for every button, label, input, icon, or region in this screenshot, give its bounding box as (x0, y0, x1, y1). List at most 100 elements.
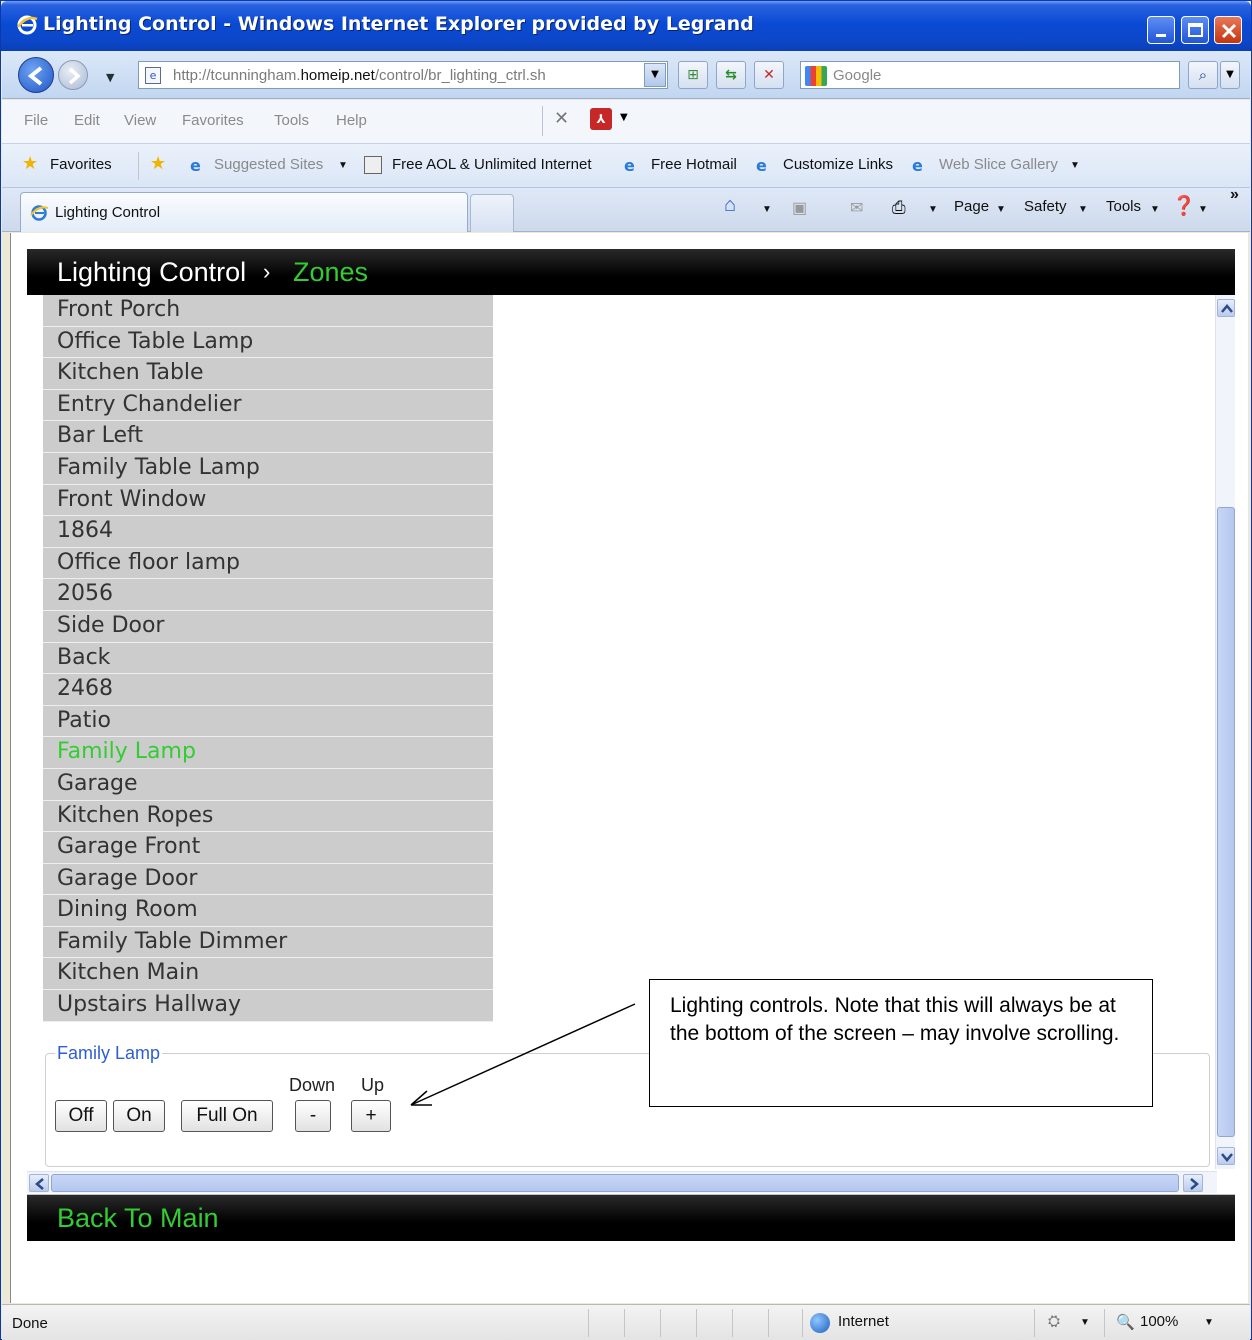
fav-link-aol[interactable]: Free AOL & Unlimited Internet (392, 156, 592, 173)
chevron-more-icon[interactable]: » (1230, 186, 1239, 204)
add-favorite-icon[interactable]: ★ (150, 153, 168, 174)
print-icon[interactable]: ⎙ (892, 198, 906, 218)
horizontal-scroll-thumb[interactable] (51, 1174, 1179, 1192)
zone-item[interactable]: Garage Front (43, 832, 493, 864)
new-tab-button[interactable] (470, 194, 514, 232)
tools-menu-dropdown[interactable]: ▼ (1150, 204, 1160, 215)
refresh-button[interactable]: ⇆ (716, 61, 746, 89)
zoom-dropdown[interactable]: ▼ (1204, 1317, 1214, 1328)
feeds-icon[interactable]: ▣ (792, 198, 807, 218)
menu-edit[interactable]: Edit (74, 112, 100, 129)
off-button[interactable]: Off (55, 1100, 107, 1132)
on-button[interactable]: On (113, 1100, 165, 1132)
zone-item[interactable]: Kitchen Ropes (43, 800, 493, 833)
pdf-addon-dropdown[interactable]: ▼ (620, 112, 628, 123)
page-icon: e (145, 67, 161, 84)
zoom-level[interactable]: 100% (1140, 1313, 1178, 1330)
zone-item[interactable]: Family Lamp (43, 737, 493, 769)
forward-button[interactable] (58, 60, 88, 90)
zone-item[interactable]: Office Table Lamp (43, 326, 493, 359)
zone-item[interactable]: Side Door (43, 610, 493, 643)
menu-favorites[interactable]: Favorites (182, 112, 244, 129)
search-options-dropdown[interactable]: ▼ (1220, 61, 1240, 89)
close-button[interactable] (1214, 16, 1242, 44)
close-toolbar-icon[interactable]: ✕ (554, 108, 569, 129)
page-menu-dropdown[interactable]: ▼ (996, 204, 1006, 215)
zone-item[interactable]: Upstairs Hallway (43, 990, 493, 1022)
page-menu[interactable]: Page (954, 198, 989, 215)
breadcrumb-root[interactable]: Lighting Control (57, 257, 246, 288)
suggested-sites-dropdown[interactable]: ▼ (338, 160, 348, 171)
internet-zone-globe-icon (810, 1313, 830, 1333)
status-separator (768, 1309, 769, 1337)
zone-item[interactable]: Back (43, 642, 493, 675)
home-dropdown[interactable]: ▼ (762, 204, 772, 215)
tab-lighting-control[interactable]: Lighting Control (20, 192, 468, 232)
horizontal-scrollbar[interactable] (27, 1171, 1217, 1193)
scroll-right-button[interactable] (1183, 1174, 1203, 1192)
zone-item[interactable]: Kitchen Table (43, 358, 493, 390)
compatibility-icon: ⊞ (687, 67, 699, 83)
tools-menu[interactable]: Tools (1106, 198, 1141, 215)
maximize-button[interactable] (1181, 16, 1209, 44)
fav-link-customize[interactable]: Customize Links (783, 156, 893, 173)
zone-item[interactable]: Front Window (43, 484, 493, 517)
zone-item[interactable]: Bar Left (43, 421, 493, 453)
address-url[interactable]: http://tcunningham.homeip.net/control/br… (173, 67, 546, 84)
controls-legend: Family Lamp (55, 1043, 163, 1064)
menu-help[interactable]: Help (336, 112, 367, 129)
dim-up-button[interactable]: + (351, 1100, 391, 1132)
zone-item[interactable]: 2468 (43, 674, 493, 706)
safety-menu[interactable]: Safety (1024, 198, 1067, 215)
home-icon[interactable]: ⌂ (724, 194, 736, 217)
scroll-left-button[interactable] (29, 1174, 49, 1192)
zone-item[interactable]: 1864 (43, 516, 493, 548)
zone-item[interactable]: 2056 (43, 579, 493, 611)
minimize-button[interactable] (1147, 16, 1175, 44)
vertical-scroll-thumb[interactable] (1217, 507, 1235, 1137)
zone-item[interactable]: Garage Door (43, 863, 493, 896)
stop-button[interactable]: ✕ (754, 61, 784, 89)
zone-item[interactable]: Garage (43, 768, 493, 801)
pdf-addon-icon[interactable]: ⅄ (590, 108, 612, 130)
scroll-down-button[interactable] (1217, 1147, 1235, 1165)
zone-item[interactable]: Entry Chandelier (43, 389, 493, 422)
zone-item[interactable]: Family Table Dimmer (43, 926, 493, 959)
vertical-scrollbar[interactable] (1215, 295, 1235, 1169)
help-icon[interactable]: ❓ (1172, 194, 1196, 218)
zone-item[interactable]: Kitchen Main (43, 958, 493, 991)
browser-window: Lighting Control - Windows Internet Expl… (0, 0, 1252, 1340)
safety-menu-dropdown[interactable]: ▼ (1078, 204, 1088, 215)
menu-tools[interactable]: Tools (274, 112, 309, 129)
menu-view[interactable]: View (124, 112, 156, 129)
zone-item[interactable]: Family Table Lamp (43, 452, 493, 485)
security-zone-label[interactable]: Internet (838, 1313, 889, 1330)
zone-item[interactable]: Front Porch (43, 295, 493, 327)
zone-item[interactable]: Dining Room (43, 895, 493, 927)
menu-file[interactable]: File (24, 112, 48, 129)
scroll-up-button[interactable] (1217, 299, 1235, 317)
compatibility-button[interactable]: ⊞ (678, 61, 708, 89)
web-slice-dropdown[interactable]: ▼ (1070, 160, 1080, 171)
protected-mode-dropdown[interactable]: ▼ (1080, 1317, 1090, 1328)
read-mail-icon[interactable]: ✉ (850, 198, 863, 218)
dim-down-button[interactable]: - (295, 1100, 331, 1132)
search-button[interactable]: ⌕ (1188, 61, 1218, 89)
fav-link-web-slice[interactable]: Web Slice Gallery (939, 156, 1058, 173)
back-to-main-link[interactable]: Back To Main (57, 1203, 219, 1234)
navigation-bar: ▼ e http://tcunningham.homeip.net/contro… (2, 51, 1250, 99)
help-dropdown[interactable]: ▼ (1198, 204, 1208, 215)
fav-link-hotmail[interactable]: Free Hotmail (651, 156, 737, 173)
zone-item[interactable]: Patio (43, 705, 493, 738)
full-on-button[interactable]: Full On (181, 1100, 273, 1132)
favorites-button[interactable]: Favorites (50, 156, 112, 173)
fav-link-suggested-sites[interactable]: Suggested Sites (214, 156, 323, 173)
zone-item[interactable]: Office floor lamp (43, 547, 493, 580)
address-bar[interactable]: e http://tcunningham.homeip.net/control/… (138, 61, 668, 89)
print-dropdown[interactable]: ▼ (928, 204, 938, 215)
history-dropdown[interactable]: ▼ (106, 71, 114, 84)
protected-mode-icon[interactable]: ⛭ (1048, 1313, 1060, 1330)
address-dropdown-button[interactable]: ▼ (644, 63, 666, 87)
search-box[interactable]: Google (800, 61, 1180, 89)
back-button[interactable] (18, 57, 54, 93)
